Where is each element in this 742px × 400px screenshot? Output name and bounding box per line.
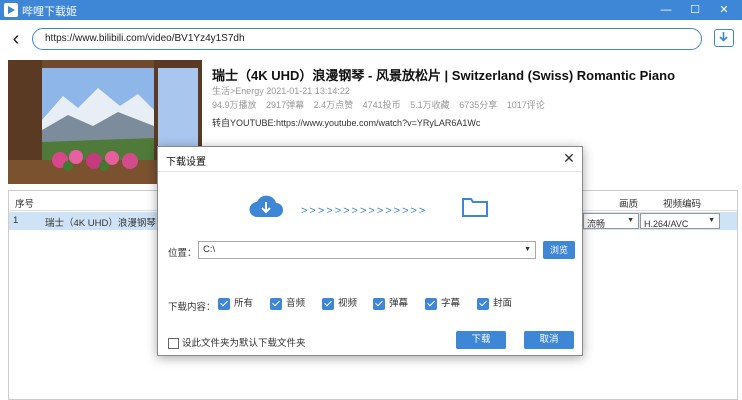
title-bar: 哔哩下载姬 — ☐ ✕: [0, 0, 742, 20]
stat-views: 94.9万播放: [212, 100, 257, 110]
checkbox-unchecked-icon: [168, 338, 179, 349]
download-settings-dialog: 下载设置 ✕ >>>>>>>>>>>>>>> 位置： C:\ ▼ 浏览 下载内容…: [157, 146, 583, 356]
download-arrow-icon: [719, 32, 728, 42]
stat-comments: 1017评论: [506, 100, 545, 110]
video-title: 瑞士（4K UHD）浪漫钢琴 - 风景放松片 | Switzerland (Sw…: [212, 68, 676, 83]
content-label: 下载内容：: [168, 302, 216, 313]
row-name: 瑞士（4K UHD）浪漫钢琴 - 风: [45, 218, 174, 229]
close-window-button[interactable]: ✕: [710, 0, 738, 20]
dialog-title: 下载设置: [166, 157, 206, 168]
checkbox-checked-icon: [322, 298, 334, 310]
header-index: 序号: [15, 199, 35, 210]
maximize-button[interactable]: ☐: [681, 0, 709, 20]
chevron-down-icon: ▼: [627, 217, 634, 224]
transfer-arrows: >>>>>>>>>>>>>>>: [301, 205, 428, 217]
checkbox-checked-icon: [270, 298, 282, 310]
codec-value: H.264/AVC: [644, 219, 689, 229]
download-list-icon[interactable]: [714, 29, 734, 47]
dialog-close-button[interactable]: ✕: [560, 149, 578, 167]
folder-icon: [462, 198, 488, 217]
back-button[interactable]: ‹: [8, 28, 24, 50]
codec-select[interactable]: H.264/AVC ▼: [640, 213, 720, 229]
location-label: 位置：: [168, 248, 197, 259]
stat-favorites: 5.1万收藏: [410, 100, 450, 110]
dialog-divider: [158, 171, 582, 172]
stat-coins: 4741投币: [362, 100, 401, 110]
video-stats: 94.9万播放 2917弹幕 2.4万点赞 4741投币 5.1万收藏 6735…: [212, 98, 552, 111]
row-index: 1: [13, 215, 19, 226]
url-input[interactable]: https://www.bilibili.com/video/BV1Yz4y1S…: [32, 28, 702, 50]
checkbox-checked-icon: [218, 298, 230, 310]
location-input[interactable]: C:\ ▼: [198, 241, 536, 259]
checkbox-checked-icon: [477, 298, 489, 310]
cloud-download-icon: [249, 195, 283, 217]
header-quality: 画质: [619, 199, 639, 210]
nav-bar: ‹ https://www.bilibili.com/video/BV1Yz4y…: [0, 20, 742, 58]
checkbox-checked-icon: [373, 298, 385, 310]
app-logo-icon: [4, 3, 18, 17]
stat-likes: 2.4万点赞: [313, 100, 354, 110]
stat-danmaku: 2917弹幕: [266, 100, 305, 110]
quality-select[interactable]: 流畅 ▼: [583, 213, 639, 229]
video-category-date: 生活>Energy 2021-01-21 13:14:22: [212, 86, 350, 96]
header-codec: 视频编码: [663, 199, 702, 210]
video-source: 转自YOUTUBE:https://www.youtube.com/watch?…: [212, 118, 481, 128]
checkbox-checked-icon: [425, 298, 437, 310]
quality-value: 流畅: [587, 219, 606, 229]
minimize-button[interactable]: —: [652, 0, 680, 20]
chevron-down-icon: ▼: [708, 217, 715, 224]
stat-shares: 6735分享: [459, 100, 498, 110]
location-value: C:\: [203, 244, 216, 255]
app-title: 哔哩下载姬: [22, 6, 77, 18]
browse-button[interactable]: 浏览: [543, 241, 575, 259]
download-button[interactable]: 下载: [456, 331, 506, 349]
cancel-button[interactable]: 取消: [524, 331, 574, 349]
chevron-down-icon: ▼: [524, 246, 531, 253]
